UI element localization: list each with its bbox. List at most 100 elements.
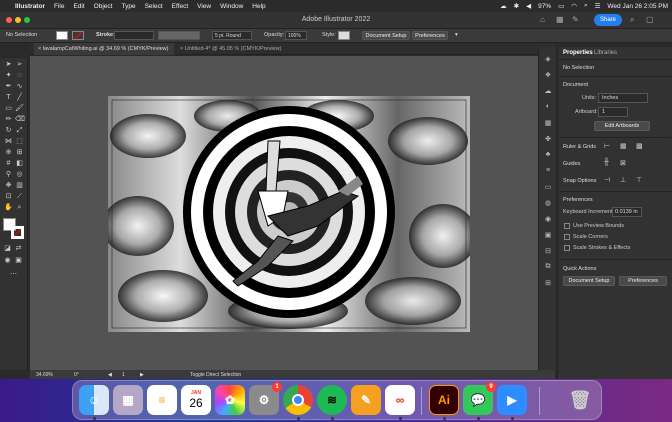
artboard-number[interactable]: 1 [122, 372, 125, 378]
zoom-app-icon[interactable]: ▶ [497, 385, 527, 415]
libraries-panel-icon[interactable]: ☁ [543, 87, 553, 97]
stroke-swatch[interactable] [72, 31, 84, 40]
eraser-icon[interactable]: ⌫ [15, 115, 25, 124]
share-button[interactable]: Share [594, 14, 622, 26]
menu-edit[interactable]: Edit [73, 3, 84, 10]
brushes-panel-icon[interactable]: ✤ [543, 135, 553, 145]
snap-grid-icon[interactable]: ⊥ [620, 176, 626, 184]
menu-view[interactable]: View [197, 3, 211, 10]
trash-icon[interactable]: 🗑 [565, 385, 595, 415]
photos-icon[interactable]: ✿ [215, 385, 245, 415]
rotation-value[interactable]: 0° [74, 372, 79, 378]
stroke-weight-input[interactable] [114, 31, 154, 40]
line-tool-icon[interactable]: ╱ [15, 93, 24, 102]
units-dropdown[interactable]: Inches [598, 93, 648, 103]
tab-properties[interactable]: Properties [563, 50, 593, 56]
use-preview-bounds-checkbox[interactable] [564, 223, 570, 229]
lasso-icon[interactable]: ◌ [15, 71, 24, 80]
search-help-icon[interactable]: ⌕ [630, 15, 640, 25]
graph-icon[interactable]: ▥ [15, 181, 24, 190]
stroke-color-icon[interactable] [11, 226, 24, 239]
artboard-dropdown[interactable]: 1 [598, 107, 628, 117]
layers-panel-icon[interactable]: ❖ [543, 71, 553, 81]
shape-builder-icon[interactable]: ⊕ [4, 148, 13, 157]
canvas-area[interactable] [30, 56, 555, 370]
artboard-prev-icon[interactable]: ◀ [108, 372, 112, 378]
arrange-icon[interactable]: ▦ [556, 15, 566, 25]
blend-icon[interactable]: ◎ [15, 170, 24, 179]
perspective-icon[interactable]: ⊞ [15, 148, 24, 157]
pages-icon[interactable]: ✎ [351, 385, 381, 415]
bluetooth-icon[interactable]: ✱ [514, 2, 519, 10]
battery-percent[interactable]: 97% [538, 3, 551, 10]
snap-point-icon[interactable]: ⊣ [604, 176, 610, 184]
mesh-icon[interactable]: # [4, 159, 13, 168]
gradient-panel-icon[interactable]: ▭ [543, 183, 553, 193]
pathfinder-icon[interactable]: ⧉ [543, 263, 553, 273]
default-colors-icon[interactable]: ◪ [3, 244, 12, 253]
current-tool-status[interactable]: Toggle Direct Selection [190, 372, 241, 378]
scale-strokes-checkbox[interactable] [564, 245, 570, 251]
artboard-tool-icon[interactable]: ⊡ [4, 192, 13, 201]
spotify-icon[interactable]: ≋ [317, 385, 347, 415]
volume-icon[interactable]: ◀ [526, 2, 531, 10]
pencil-icon[interactable]: ✏ [4, 115, 13, 124]
direct-selection-tool-icon[interactable]: ➢ [15, 60, 24, 69]
pixel-grid-icon[interactable]: ▩ [636, 142, 643, 150]
pen-tool-icon[interactable]: ✒ [4, 82, 13, 91]
edit-artboards-button[interactable]: Edit Artboards [594, 121, 650, 131]
menu-help[interactable]: Help [252, 3, 265, 10]
tab-document-2[interactable]: × Untitled-4* @ 45.05 % (CMYK/Preview) [176, 43, 286, 55]
type-tool-icon[interactable]: T [4, 93, 13, 102]
quick-document-setup-button[interactable]: Document Setup [563, 276, 615, 286]
symbol-sprayer-icon[interactable]: ❋ [4, 181, 13, 190]
fill-swatch[interactable] [56, 31, 68, 40]
control-center-icon[interactable]: ☰ [595, 2, 601, 10]
style-swatch[interactable] [338, 31, 350, 40]
preferences-button[interactable]: Preferences [412, 31, 448, 40]
selection-tool-icon[interactable]: ➤ [4, 60, 13, 69]
rectangle-tool-icon[interactable]: ▭ [4, 104, 13, 113]
wifi-icon[interactable]: ◠ [571, 2, 577, 10]
symbols-panel-icon[interactable]: ♣ [543, 151, 553, 161]
variable-width-dropdown[interactable] [158, 31, 200, 40]
workspace-icon[interactable]: ▢ [646, 15, 656, 25]
grid-icon[interactable]: ▦ [620, 142, 627, 150]
tab-document-1[interactable]: × lavalampCatWhiting.ai @ 34.69 % (CMYK/… [34, 43, 174, 55]
keyboard-increment-input[interactable]: 0.0139 in [612, 207, 642, 217]
menu-object[interactable]: Object [94, 3, 113, 10]
graphic-styles-icon[interactable]: ▣ [543, 231, 553, 241]
illustrator-icon[interactable]: Ai [429, 385, 459, 415]
opacity-input[interactable]: 100% [285, 31, 307, 40]
curvature-icon[interactable]: ∿ [15, 82, 24, 91]
snap-pixel-icon[interactable]: ⊤ [636, 176, 642, 184]
menu-window[interactable]: Window [220, 3, 243, 10]
calendar-icon[interactable]: JAN 26 [181, 385, 211, 415]
transparency-panel-icon[interactable]: ◍ [543, 199, 553, 209]
tab-libraries[interactable]: Libraries [594, 50, 617, 56]
artboard-next-icon[interactable]: ▶ [140, 372, 144, 378]
screen-mode-icon[interactable]: ▣ [14, 256, 23, 265]
menu-select[interactable]: Select [145, 3, 163, 10]
swap-colors-icon[interactable]: ⇄ [14, 244, 23, 253]
swatches-panel-icon[interactable]: ▦ [543, 119, 553, 129]
menu-effect[interactable]: Effect [172, 3, 189, 10]
artboard[interactable] [108, 96, 470, 332]
menu-type[interactable]: Type [121, 3, 135, 10]
scale-icon[interactable]: ⤢ [15, 126, 24, 135]
align-panel-icon[interactable]: ⊟ [543, 247, 553, 257]
creative-cloud-app-icon[interactable]: ∞ [385, 385, 415, 415]
quick-preferences-button[interactable]: Preferences [619, 276, 667, 286]
edit-toolbar-icon[interactable]: ⋯ [9, 270, 18, 279]
document-setup-button[interactable]: Document Setup [362, 31, 410, 40]
zoom-level[interactable]: 34.69% [36, 372, 53, 378]
magic-wand-icon[interactable]: ✦ [4, 71, 13, 80]
gradient-icon[interactable]: ◧ [15, 159, 24, 168]
free-transform-icon[interactable]: ⬚ [15, 137, 24, 146]
scale-corners-checkbox[interactable] [564, 234, 570, 240]
color-panel-icon[interactable]: ◐ [543, 103, 553, 113]
properties-panel-icon[interactable]: ◈ [543, 55, 553, 65]
hand-icon[interactable]: ✋ [4, 203, 13, 212]
notes-icon[interactable]: ≡ [147, 385, 177, 415]
appearance-panel-icon[interactable]: ◉ [543, 215, 553, 225]
